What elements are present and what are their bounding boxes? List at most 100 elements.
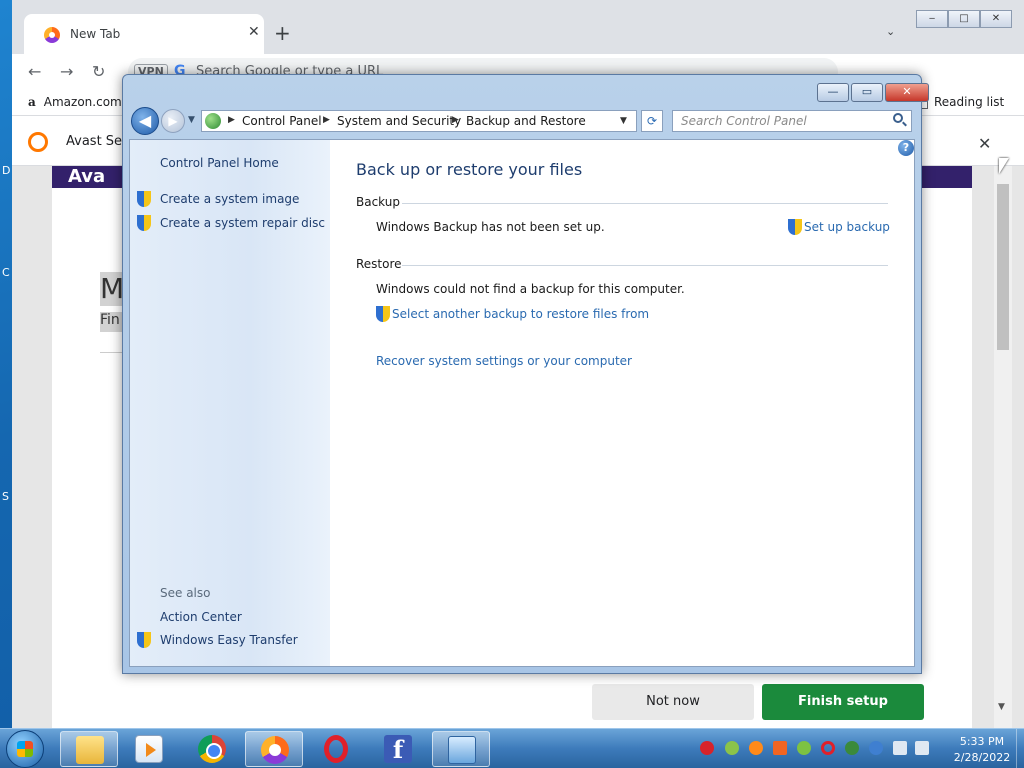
create-repair-disc-link[interactable]: Create a system repair disc <box>160 216 325 230</box>
breadcrumb-backup-and-restore[interactable]: Backup and Restore <box>466 114 586 128</box>
uac-shield-icon <box>788 219 802 235</box>
taskbar-item-chrome[interactable] <box>183 731 241 767</box>
breadcrumb-separator-icon[interactable]: ▶ <box>452 115 459 125</box>
windows-easy-transfer-link[interactable]: Windows Easy Transfer <box>160 633 298 647</box>
tab-strip: New Tab ✕ + ⌄ ‒ □ ✕ <box>12 0 1024 54</box>
tray-opera-icon[interactable] <box>821 741 835 755</box>
scrollbar-thumb[interactable] <box>997 184 1009 350</box>
show-desktop-button[interactable] <box>1016 729 1024 768</box>
reading-list-button[interactable]: Reading list <box>934 95 1004 109</box>
backup-section-label: Backup <box>356 195 400 209</box>
not-now-button[interactable]: Not now <box>592 684 754 720</box>
breadcrumb-system-and-security[interactable]: System and Security <box>337 114 461 128</box>
opera-icon <box>324 735 348 763</box>
minimize-button[interactable]: — <box>817 83 849 102</box>
page-scrollbar[interactable]: ▼ <box>994 166 1012 728</box>
tray-app-icon[interactable] <box>869 741 883 755</box>
tray-app-icon[interactable] <box>749 741 763 755</box>
uac-shield-icon <box>137 632 151 648</box>
tab-search-icon[interactable]: ⌄ <box>886 25 895 38</box>
taskbar: f 5:33 PM 2/28/2022 <box>0 728 1024 768</box>
avast-browser-icon <box>44 27 60 43</box>
help-icon[interactable]: ? <box>898 140 914 156</box>
close-button[interactable]: ✕ <box>980 10 1012 28</box>
reload-icon[interactable]: ↻ <box>92 62 105 81</box>
taskbar-item-avast-browser[interactable] <box>245 731 303 767</box>
search-icon[interactable] <box>893 113 903 123</box>
amazon-icon: a <box>28 95 36 109</box>
taskbar-item-facebook[interactable]: f <box>369 731 427 767</box>
control-panel-window: — ▭ ✕ ◀ ▶ ▼ ▶ Control Panel ▶ System and… <box>122 74 929 674</box>
taskbar-item-opera[interactable] <box>307 731 365 767</box>
action-center-link[interactable]: Action Center <box>160 610 242 624</box>
see-also-label: See also <box>160 586 211 600</box>
clock-date[interactable]: 2/28/2022 <box>948 751 1016 764</box>
folder-icon <box>76 736 104 764</box>
window-caption-buttons: — ▭ ✕ <box>815 83 929 102</box>
infobar-close-icon[interactable]: ✕ <box>978 134 991 153</box>
forward-icon[interactable]: → <box>60 62 73 81</box>
close-button[interactable]: ✕ <box>885 83 929 102</box>
taskbar-item-explorer[interactable] <box>60 731 118 767</box>
search-input[interactable]: Search Control Panel <box>672 110 912 132</box>
finish-setup-button[interactable]: Finish setup <box>762 684 924 720</box>
desktop-icon-label: C <box>2 266 10 279</box>
address-bar[interactable]: ▶ Control Panel ▶ System and Security ▶ … <box>201 110 637 132</box>
new-tab-button[interactable]: + <box>274 21 291 45</box>
breadcrumb-separator-icon[interactable]: ▶ <box>228 115 235 125</box>
forward-button[interactable]: ▶ <box>161 109 185 133</box>
volume-icon[interactable] <box>915 741 929 755</box>
create-system-image-link[interactable]: Create a system image <box>160 192 299 206</box>
tray-app-icon[interactable] <box>797 741 811 755</box>
browser-window-controls: ‒ □ ✕ <box>916 10 1012 28</box>
bookmark-label: Amazon.com <box>43 95 122 109</box>
left-pane: Control Panel Home Create a system image… <box>130 140 330 666</box>
desktop-icon-label: D <box>2 164 11 177</box>
control-panel-home-link[interactable]: Control Panel Home <box>160 156 279 170</box>
bookmark-amazon[interactable]: a Amazon.com <box>28 95 122 109</box>
back-icon[interactable]: ← <box>28 62 41 81</box>
start-button[interactable] <box>6 730 44 768</box>
uac-shield-icon <box>376 306 390 322</box>
minimize-button[interactable]: ‒ <box>916 10 948 28</box>
set-up-backup-link[interactable]: Set up backup <box>804 220 890 234</box>
desktop-icon-label: S <box>2 490 9 503</box>
restore-status-text: Windows could not find a backup for this… <box>376 282 685 296</box>
tab-title: New Tab <box>70 27 121 41</box>
facebook-icon: f <box>384 735 412 764</box>
control-panel-icon <box>448 736 476 764</box>
navigation-bar: ◀ ▶ ▼ ▶ Control Panel ▶ System and Secur… <box>131 107 915 135</box>
refresh-button[interactable]: ⟳ <box>641 110 663 132</box>
tray-app-icon[interactable] <box>700 741 714 755</box>
taskbar-item-media-player[interactable] <box>120 731 178 767</box>
chrome-icon <box>198 735 226 763</box>
breadcrumb-separator-icon[interactable]: ▶ <box>323 115 330 125</box>
tray-app-icon[interactable] <box>845 741 859 755</box>
scroll-down-icon[interactable]: ▼ <box>998 702 1005 712</box>
maximize-button[interactable]: ▭ <box>851 83 883 102</box>
avast-logo-icon <box>28 132 48 152</box>
maximize-button[interactable]: □ <box>948 10 980 28</box>
taskbar-item-control-panel[interactable] <box>432 731 490 767</box>
mouse-cursor-icon <box>999 158 1009 174</box>
uac-shield-icon <box>137 191 151 207</box>
tray-app-icon[interactable] <box>773 741 787 755</box>
uac-shield-icon <box>137 215 151 231</box>
control-panel-icon <box>205 113 221 129</box>
clock-time[interactable]: 5:33 PM <box>952 735 1012 748</box>
breadcrumb-control-panel[interactable]: Control Panel <box>242 114 322 128</box>
tray-app-icon[interactable] <box>725 741 739 755</box>
tab-close-icon[interactable]: ✕ <box>248 24 260 40</box>
section-divider <box>402 265 888 266</box>
recover-system-settings-link[interactable]: Recover system settings or your computer <box>376 354 632 368</box>
media-player-icon <box>135 735 163 763</box>
tab-new-tab[interactable]: New Tab ✕ <box>24 14 264 54</box>
address-dropdown-icon[interactable]: ▼ <box>620 116 627 126</box>
recent-pages-icon[interactable]: ▼ <box>188 115 195 125</box>
select-another-backup-link[interactable]: Select another backup to restore files f… <box>392 307 649 321</box>
restore-section-label: Restore <box>356 257 402 271</box>
page-title: Back up or restore your files <box>356 160 583 179</box>
network-icon[interactable] <box>893 741 907 755</box>
page-brand: Ava <box>68 166 106 187</box>
back-button[interactable]: ◀ <box>131 107 159 135</box>
